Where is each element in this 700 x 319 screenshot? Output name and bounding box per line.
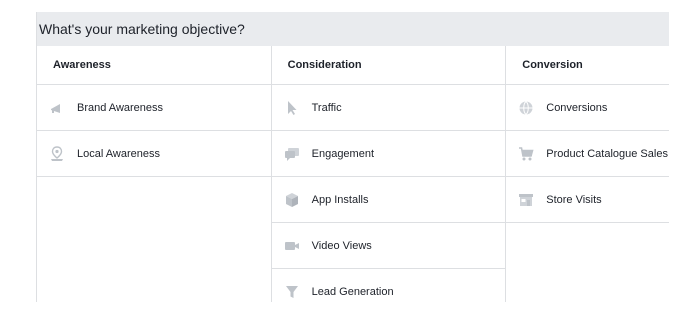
objective-local-awareness[interactable]: Local Awareness: [37, 131, 271, 177]
objective-label: Brand Awareness: [77, 101, 164, 114]
objective-label: Product Catalogue Sales: [546, 147, 668, 160]
objective-product-catalogue-sales[interactable]: Product Catalogue Sales: [506, 131, 669, 177]
objective-label: Store Visits: [546, 193, 602, 206]
column-title-conversion: Conversion: [506, 46, 669, 85]
objective-app-installs[interactable]: App Installs: [271, 177, 506, 223]
objective-label: Engagement: [311, 147, 375, 160]
objective-label: Local Awareness: [77, 147, 160, 160]
objective-traffic[interactable]: Traffic: [271, 85, 506, 131]
objective-label: Traffic: [311, 101, 342, 114]
globe-icon: [518, 100, 534, 116]
chat-bubbles-icon: [284, 146, 300, 162]
objective-selector: What's your marketing objective? Awarene…: [36, 12, 669, 302]
objective-lead-generation[interactable]: Lead Generation: [272, 269, 506, 302]
objective-columns: Awareness Brand Awareness Local Awarenes…: [37, 46, 669, 302]
storefront-icon: [518, 192, 534, 208]
objective-label: Lead Generation: [311, 285, 394, 298]
objective-label: Video Views: [311, 239, 372, 252]
objective-store-visits[interactable]: Store Visits: [506, 177, 669, 223]
objective-brand-awareness[interactable]: Brand Awareness: [37, 85, 271, 131]
column-title-awareness: Awareness: [37, 46, 271, 85]
objective-label: App Installs: [311, 193, 369, 206]
cursor-icon: [284, 100, 300, 116]
shopping-cart-icon: [518, 146, 534, 162]
column-awareness: Awareness Brand Awareness Local Awarenes…: [37, 46, 272, 302]
video-camera-icon: [284, 238, 300, 254]
page-title: What's your marketing objective?: [39, 21, 245, 37]
funnel-icon: [284, 284, 300, 300]
column-title-consideration: Consideration: [271, 46, 506, 85]
objective-label: Conversions: [546, 101, 608, 114]
objective-conversions[interactable]: Conversions: [506, 85, 669, 131]
column-consideration: Consideration Traffic Engagement App Ins…: [271, 46, 507, 302]
objective-engagement[interactable]: Engagement: [271, 131, 506, 177]
location-pin-icon: [49, 145, 65, 162]
megaphone-icon: [49, 100, 65, 116]
objective-header: What's your marketing objective?: [37, 12, 669, 46]
cube-icon: [284, 192, 300, 208]
column-conversion: Conversion Conversions Product Catalogue…: [506, 46, 669, 302]
objective-video-views[interactable]: Video Views: [271, 223, 506, 269]
